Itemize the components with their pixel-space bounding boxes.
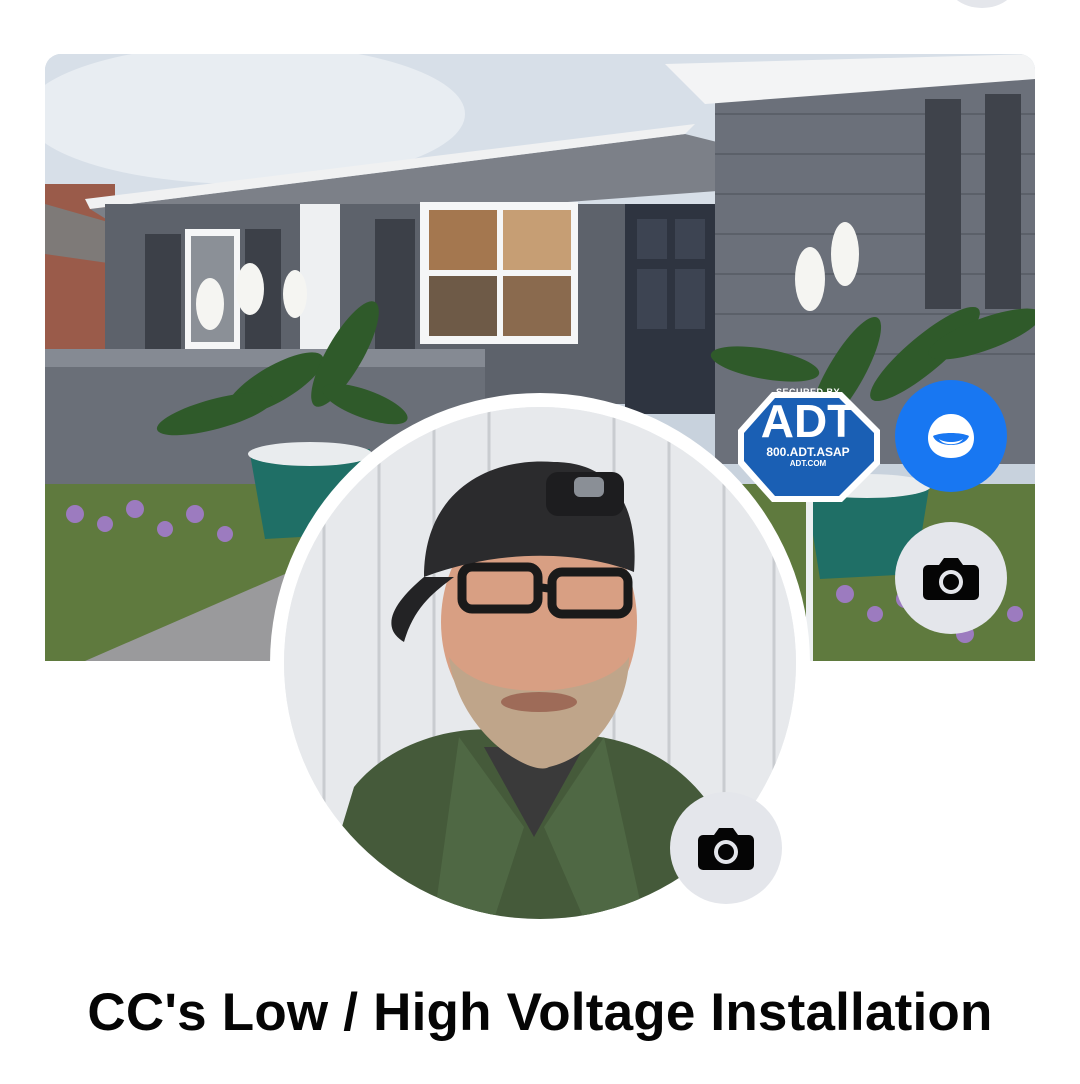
edit-cover-photo-button[interactable] [895,522,1007,634]
meta-ai-button[interactable] [895,380,1007,492]
adt-sign-site: ADT.COM [789,459,827,468]
camera-icon [923,558,979,600]
page-title: CC's Low / High Voltage Installation [87,983,993,1042]
camera-icon [698,828,754,870]
adt-sign-phone: 800.ADT.ASAP [766,445,850,459]
meta-ai-icon [928,414,974,458]
adt-sign-brand: ADT [760,395,856,447]
top-partial-button[interactable] [945,0,1019,8]
adt-sign: SECURED BY ADT 800.ADT.ASAP ADT.COM [740,387,876,468]
edit-profile-picture-button[interactable] [670,792,782,904]
